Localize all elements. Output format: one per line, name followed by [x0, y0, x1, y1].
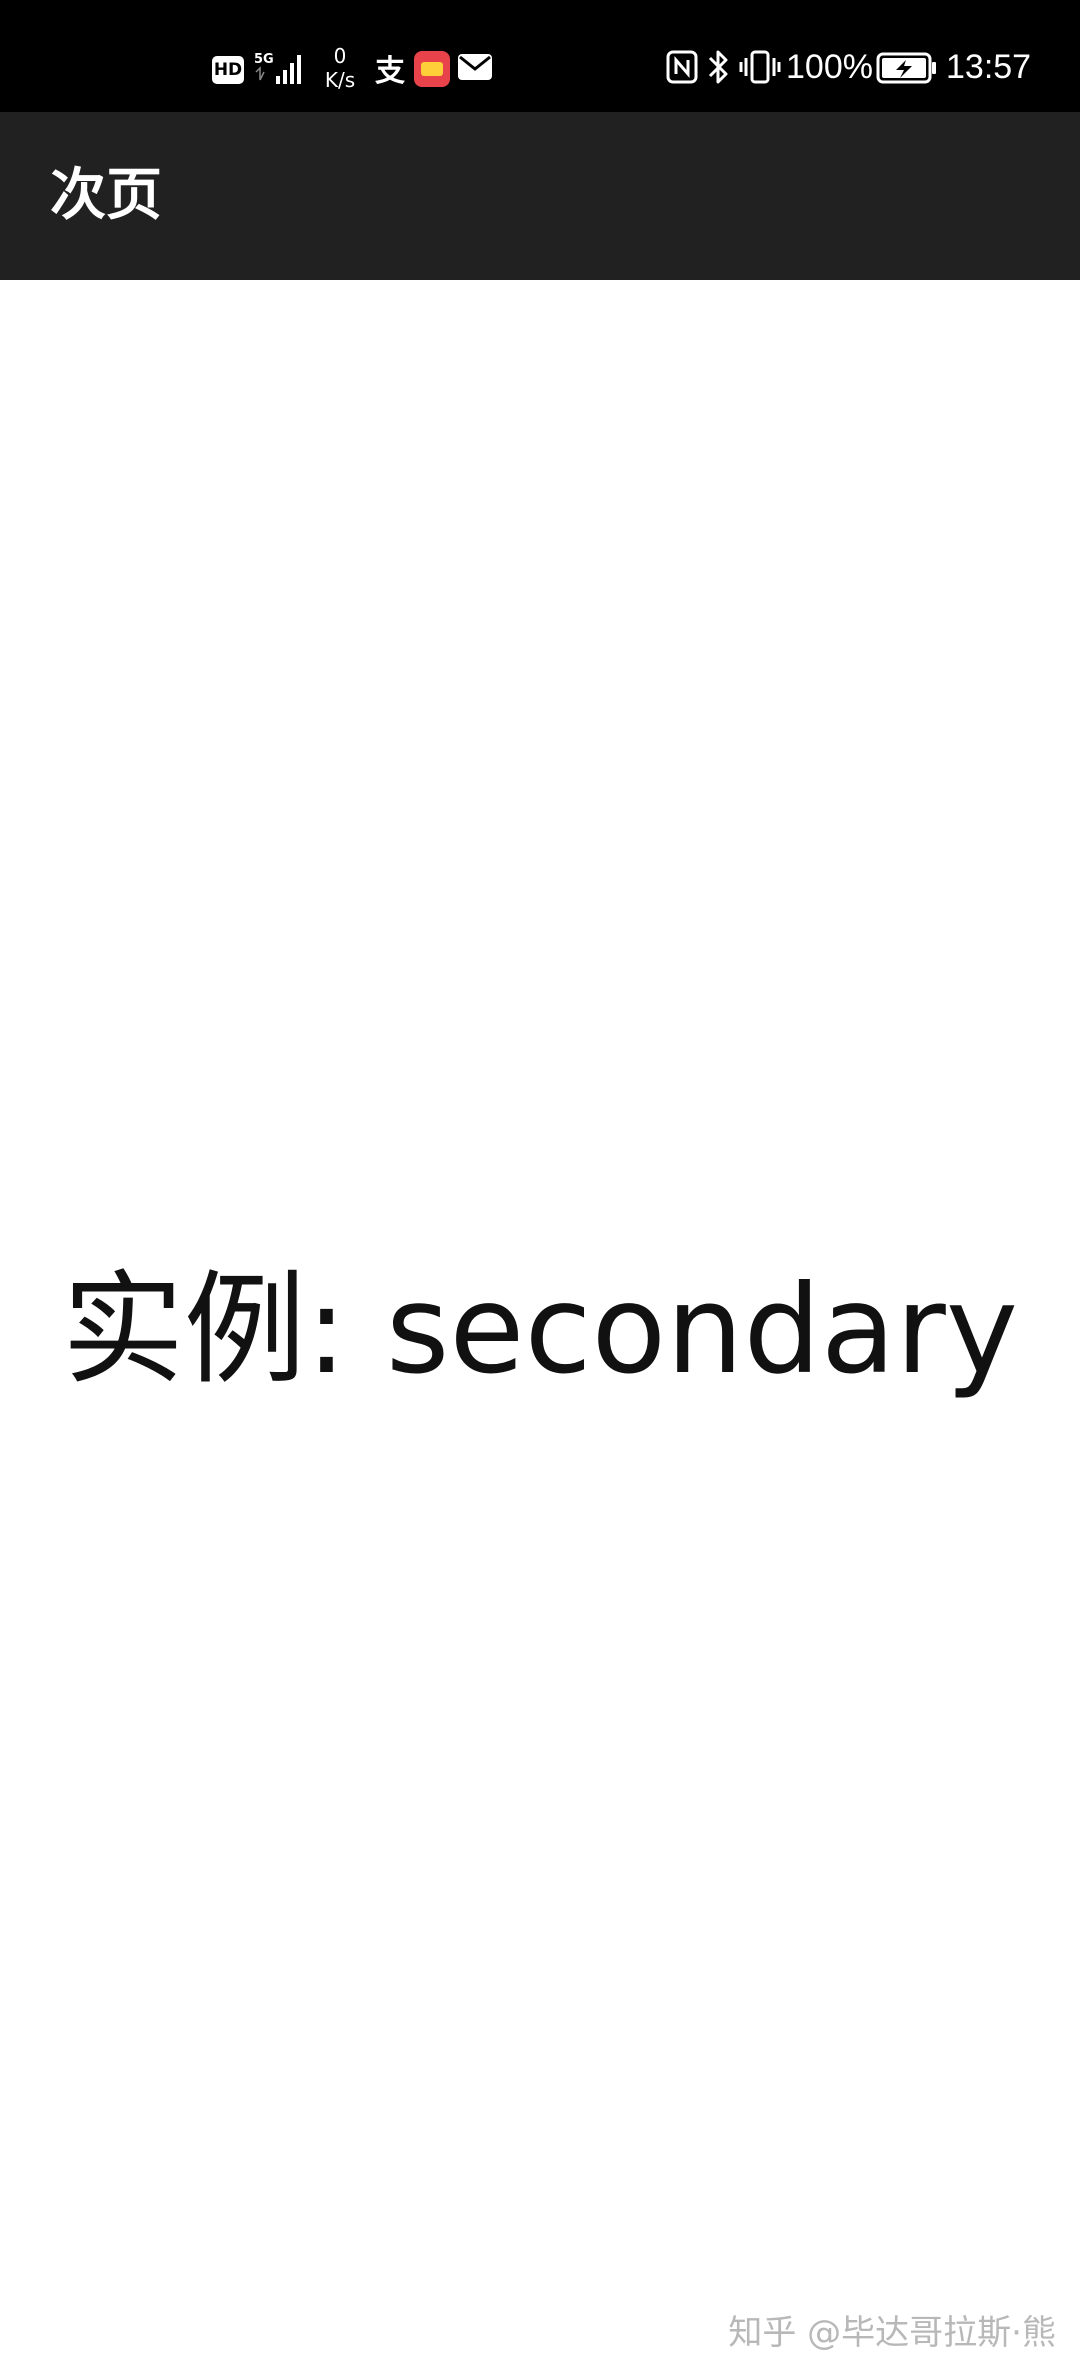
screen: HD 5G 0 K/s 支 100% 13:57 次页 实例: secondar…	[0, 0, 1080, 2376]
hd-label: HD	[213, 60, 243, 80]
net-speed: 0 K/s	[318, 42, 362, 94]
app-bar: 次页	[0, 112, 1080, 280]
alipay-icon: 支	[372, 52, 408, 89]
mail-icon	[458, 54, 492, 80]
battery-charging-icon	[876, 52, 938, 84]
battery-percent: 100%	[786, 47, 873, 86]
net-speed-unit: K/s	[324, 68, 356, 92]
hd-icon: HD	[212, 56, 244, 84]
center-text: 实例: secondary	[61, 1259, 1019, 1401]
bluetooth-icon	[706, 48, 730, 86]
clock: 13:57	[946, 47, 1032, 86]
net-speed-value: 0	[333, 44, 347, 68]
app-notification-icon	[414, 51, 450, 87]
network-type-label: 5G	[254, 52, 274, 67]
content-area: 实例: secondary	[0, 280, 1080, 2376]
alipay-glyph: 支	[375, 54, 405, 89]
nfc-icon	[666, 50, 698, 84]
page-title: 次页	[50, 163, 162, 228]
watermark: 知乎 @毕达哥拉斯·熊	[728, 2313, 1056, 2353]
signal-5g-icon: 5G	[254, 50, 306, 86]
status-bar: HD 5G 0 K/s 支 100% 13:57	[0, 0, 1080, 112]
vibrate-icon	[738, 48, 782, 86]
